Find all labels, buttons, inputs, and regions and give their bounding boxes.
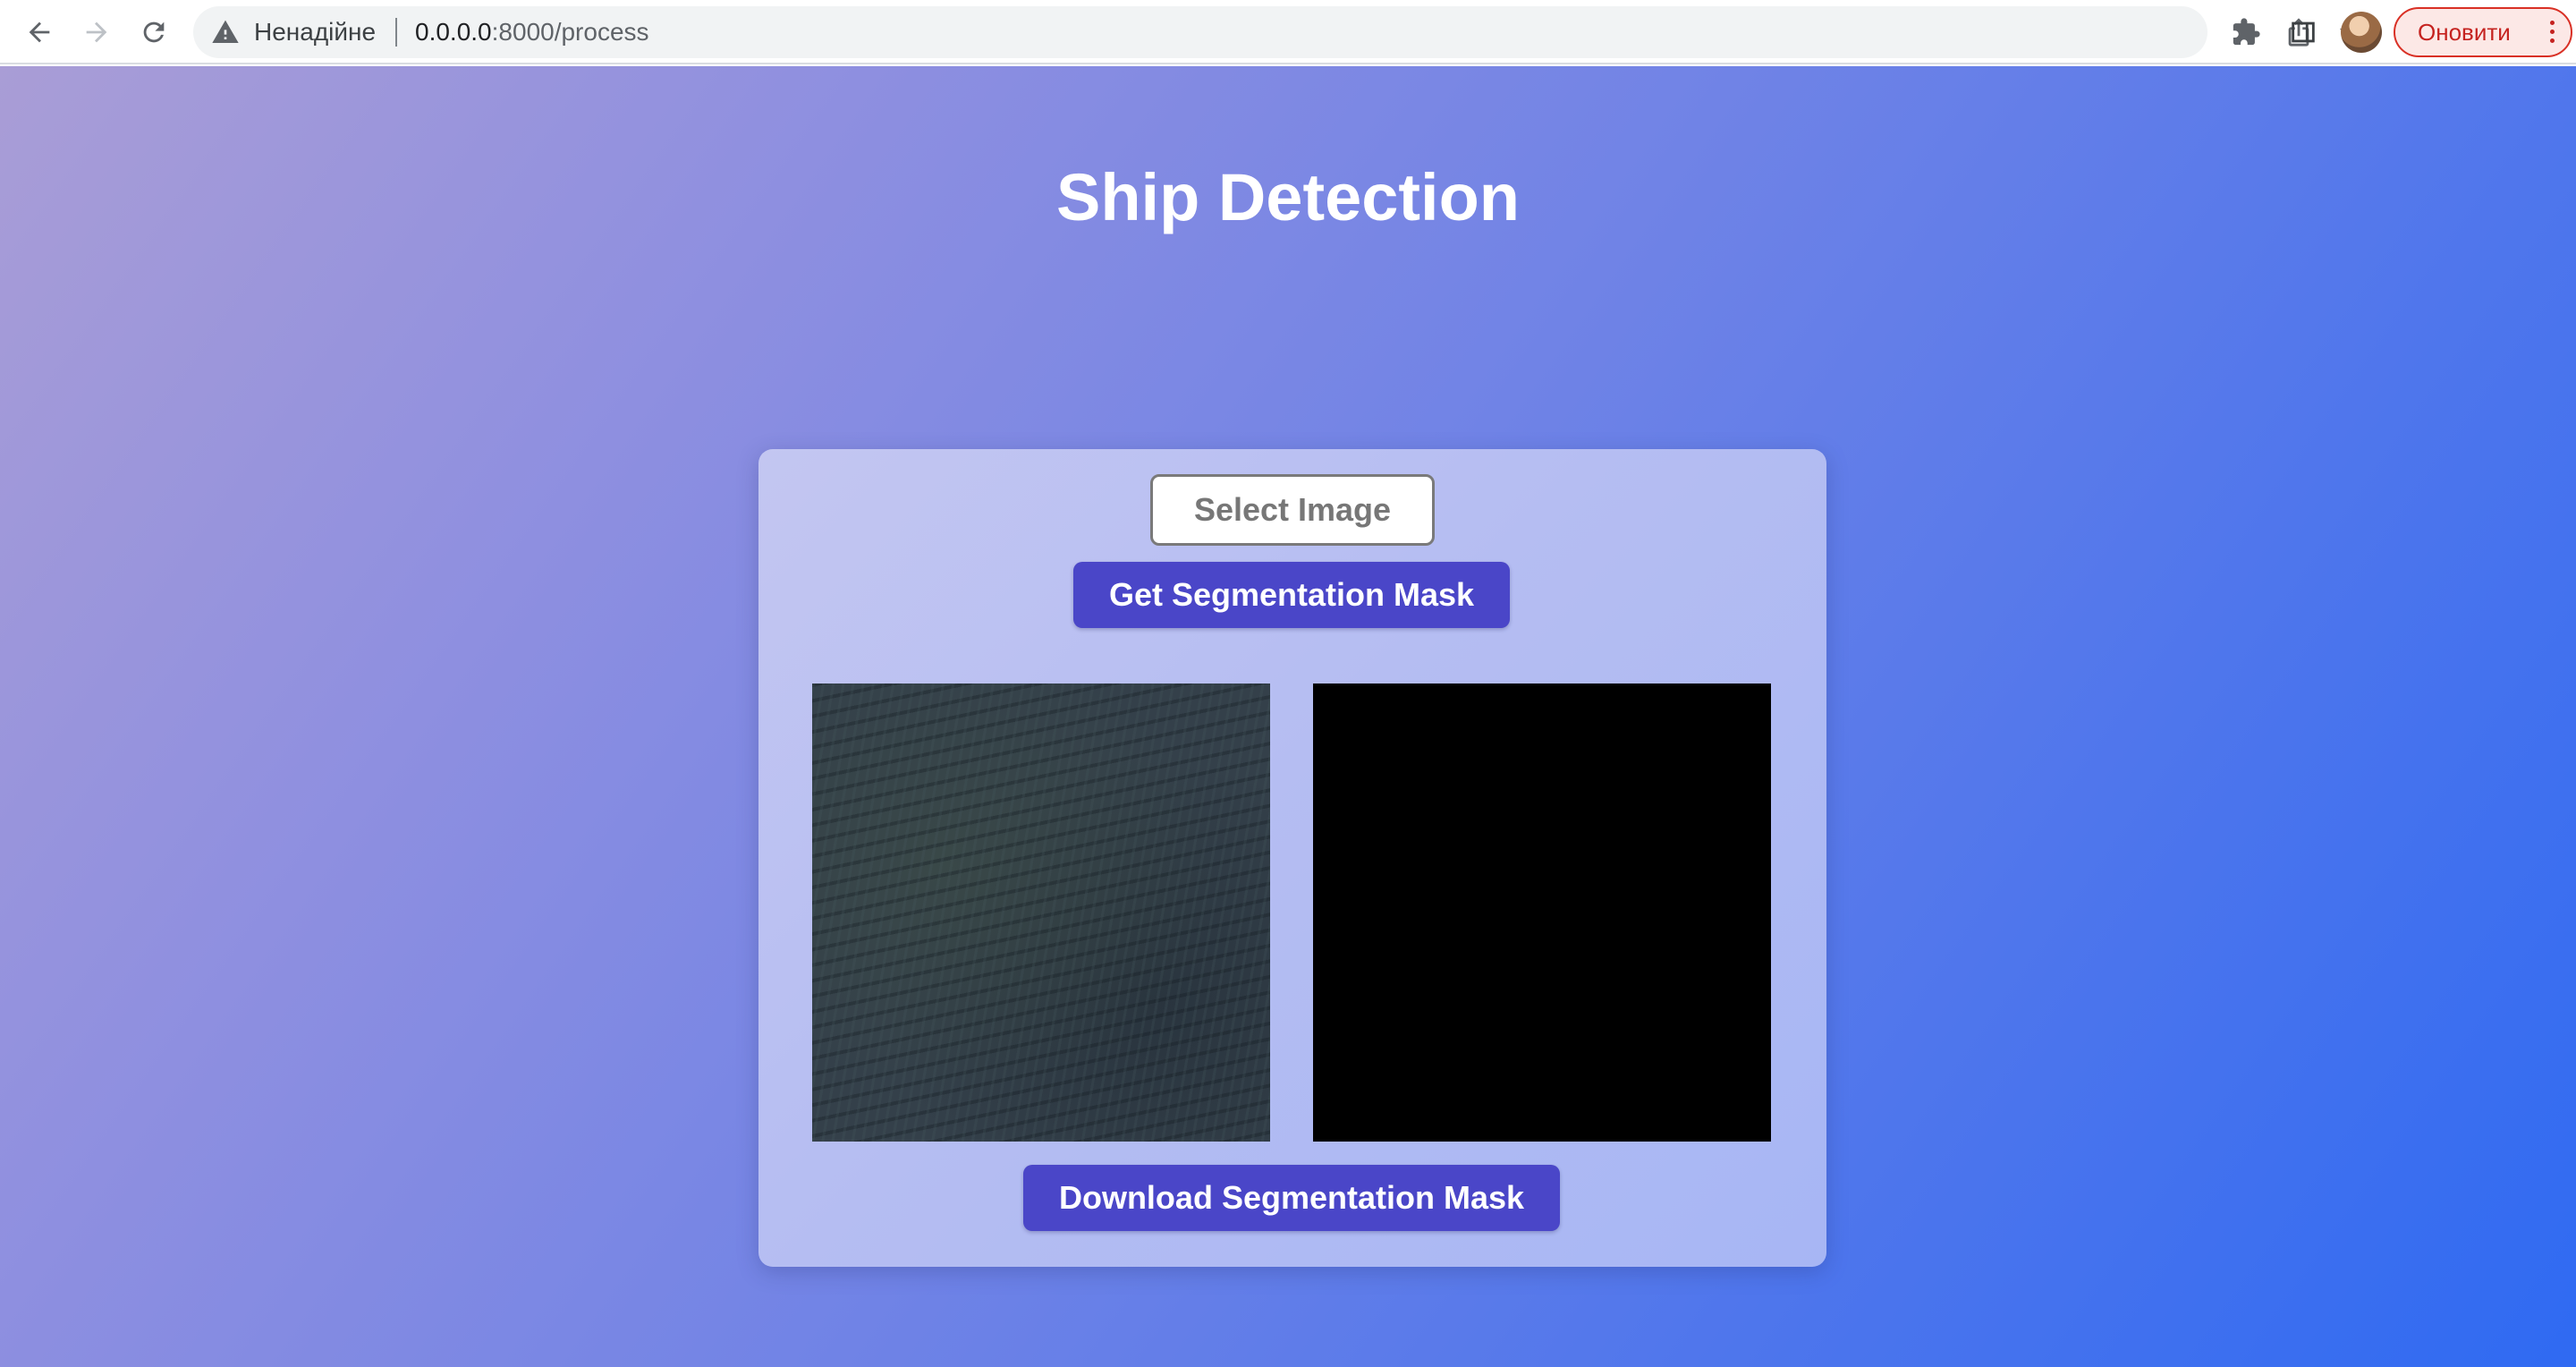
upload-card: Select Image Get Segmentation Mask Downl… bbox=[758, 449, 1826, 1267]
segmentation-mask-image bbox=[1313, 684, 1771, 1142]
url-text[interactable]: 0.0.0.0:8000/process bbox=[415, 6, 649, 58]
reload-button[interactable] bbox=[132, 11, 175, 54]
profile-avatar[interactable] bbox=[2341, 12, 2382, 53]
menu-dots-icon[interactable] bbox=[2547, 21, 2556, 46]
extensions-button[interactable] bbox=[2226, 13, 2266, 52]
page-viewport: Ship Detection Select Image Get Segmenta… bbox=[0, 66, 2576, 1367]
extensions-icon bbox=[2233, 18, 2260, 46]
forward-button[interactable] bbox=[75, 11, 118, 54]
input-satellite-image bbox=[812, 684, 1270, 1142]
side-panel-button[interactable] bbox=[2284, 13, 2323, 52]
url-path: :8000/process bbox=[491, 18, 649, 46]
reload-icon bbox=[143, 21, 165, 43]
browser-toolbar: Ненадійне 0.0.0.0:8000/process Оновити bbox=[0, 0, 2576, 64]
side-panel-icon bbox=[2292, 21, 2315, 43]
omnibox-divider bbox=[395, 18, 397, 47]
get-segmentation-mask-button[interactable]: Get Segmentation Mask bbox=[1073, 562, 1510, 628]
page-title: Ship Detection bbox=[1055, 160, 1521, 234]
update-button-label: Оновити bbox=[2418, 18, 2511, 46]
address-bar[interactable]: Ненадійне 0.0.0.0:8000/process bbox=[193, 6, 2366, 58]
url-host: 0.0.0.0 bbox=[415, 18, 492, 46]
back-button[interactable] bbox=[18, 11, 61, 54]
download-segmentation-mask-button[interactable]: Download Segmentation Mask bbox=[1023, 1165, 1560, 1231]
warning-icon bbox=[212, 20, 239, 43]
select-image-button[interactable]: Select Image bbox=[1150, 474, 1435, 546]
security-label[interactable]: Ненадійне bbox=[254, 6, 376, 58]
update-browser-button[interactable]: Оновити bbox=[2394, 7, 2572, 57]
back-arrow-icon bbox=[29, 21, 50, 43]
forward-arrow-icon bbox=[86, 21, 107, 43]
